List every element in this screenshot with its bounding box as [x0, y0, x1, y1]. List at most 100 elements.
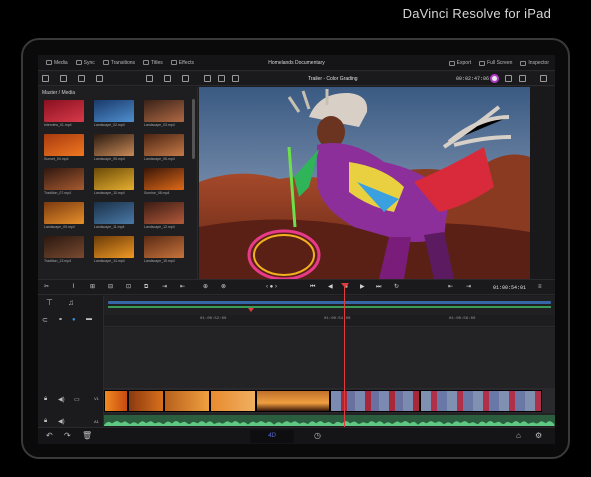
prev-edit-icon[interactable]: ⇤ [448, 284, 453, 291]
color-wheel-icon[interactable] [505, 75, 512, 82]
action-inspector[interactable]: Inspector [520, 60, 549, 66]
undo-icon[interactable]: ↶ [46, 432, 53, 440]
skip-forward-icon[interactable]: ⏭ [376, 284, 381, 291]
timeline-clip[interactable] [210, 390, 256, 412]
replace-icon[interactable]: ⊡ [126, 284, 131, 291]
clip-thumbnail [44, 202, 84, 224]
tab-media[interactable]: Media [46, 60, 68, 66]
sort-icon[interactable] [182, 75, 189, 82]
user-avatar[interactable] [490, 74, 499, 83]
media-clip[interactable]: Landscape_12.mp4 [144, 202, 184, 230]
settings-icon[interactable]: ⚙ [535, 432, 542, 440]
action-export[interactable]: Export [448, 60, 471, 66]
ripple-icon[interactable]: ⇤ [180, 284, 185, 291]
position-lock-icon[interactable]: ● [72, 317, 76, 323]
jog-control[interactable]: ‹ ● › [266, 284, 277, 291]
next-edit-icon[interactable]: ⇥ [466, 284, 471, 291]
snap-icon[interactable]: ⊂ [42, 316, 48, 324]
play-icon[interactable]: ▶ [360, 284, 365, 291]
overview-timeline[interactable] [108, 301, 551, 304]
scope-icon[interactable] [519, 75, 526, 82]
grid-view-icon[interactable] [60, 75, 67, 82]
media-pool-scrollbar[interactable] [192, 99, 195, 159]
close-up-icon[interactable]: ⊗ [221, 284, 226, 291]
trim-icon[interactable]: ⌇ [72, 284, 75, 291]
clip-name: Landscape_09.mp4 [44, 225, 75, 229]
clip-thumbnail [94, 202, 134, 224]
timeline-clip[interactable] [420, 390, 542, 412]
audio-icon[interactable] [540, 75, 547, 82]
playhead-handle[interactable] [341, 283, 349, 288]
media-clip[interactable]: Interview_01.mp4 [44, 100, 84, 128]
media-clip[interactable]: Landscape_05.mp4 [94, 134, 134, 162]
fit-icon[interactable]: ⧉ [144, 284, 148, 291]
tab-effects[interactable]: Effects [170, 60, 194, 66]
play-reverse-icon[interactable]: ◀ [328, 284, 333, 291]
redo-icon[interactable]: ↷ [64, 432, 71, 440]
media-clip[interactable]: Landscape_03.mp4 [144, 100, 184, 128]
video-viewer[interactable] [199, 87, 530, 279]
media-clip[interactable]: Tradition_13.mp4 [44, 236, 84, 264]
clip-thumbnail [44, 100, 84, 122]
clip-thumbnail [94, 236, 134, 258]
timeline-ruler[interactable]: 01:00:52:00 01:00:54:00 01:00:56:00 [104, 315, 555, 327]
clip-name: Landscape_12.mp4 [144, 225, 175, 229]
audio-track-tool-icon[interactable]: ♫ [68, 298, 74, 307]
home-icon[interactable]: ⌂ [516, 432, 521, 440]
refresh-icon[interactable] [78, 75, 85, 82]
clip-thumbnail [144, 236, 184, 258]
timeline-clip[interactable] [104, 390, 128, 412]
overwrite-icon[interactable]: ⊟ [108, 284, 113, 291]
viewer-mode-icon[interactable] [204, 75, 211, 82]
video-monitor-icon[interactable]: ▭ [74, 396, 80, 403]
audio-track[interactable] [104, 415, 555, 426]
audio-speaker-icon[interactable]: ◀) [58, 418, 65, 425]
video-audio-icon[interactable]: ◀) [58, 396, 65, 403]
audio-lock-icon[interactable]: 🔒︎ [44, 418, 47, 425]
media-clip[interactable]: Sunrise_08.mp4 [144, 168, 184, 196]
tab-titles[interactable]: Titles [143, 60, 163, 66]
layout-icon[interactable] [42, 75, 49, 82]
timeline-clip[interactable] [256, 390, 330, 412]
thumbnails-icon[interactable] [146, 75, 153, 82]
clip-name: Sunrise_08.mp4 [144, 191, 170, 195]
media-clip[interactable]: Landscape_14.mp4 [94, 236, 134, 264]
clip-thumbnail [144, 202, 184, 224]
place-on-top-icon[interactable]: ⊕ [203, 284, 208, 291]
timeline-clip[interactable] [164, 390, 210, 412]
insert-icon[interactable]: ⊞ [90, 284, 95, 291]
video-lock-icon[interactable]: 🔒︎ [44, 396, 47, 403]
tab-sync[interactable]: Sync [75, 60, 95, 66]
caption: DaVinci Resolve for iPad [402, 6, 551, 21]
source-timecode: 00:02:47:06 [456, 76, 490, 82]
options-icon[interactable]: ≡ [538, 284, 542, 291]
timeline-clip[interactable] [128, 390, 164, 412]
media-clip[interactable]: Landscape_10.mp4 [94, 168, 134, 196]
link-icon[interactable]: ⚭ [58, 316, 63, 323]
track-tool-icon[interactable]: ⊤ [46, 298, 53, 307]
media-clip[interactable]: Landscape_06.mp4 [144, 134, 184, 162]
search-icon[interactable] [164, 75, 171, 82]
media-clip[interactable]: Sunset_04.mp4 [44, 134, 84, 162]
media-clip[interactable]: Landscape_09.mp4 [44, 202, 84, 230]
page-switcher[interactable]: 4D [250, 430, 294, 443]
flag-icon[interactable]: ▬ [86, 316, 92, 322]
playhead[interactable] [344, 286, 345, 433]
media-clip[interactable]: Landscape_02.mp4 [94, 100, 134, 128]
list-view-icon[interactable] [96, 75, 103, 82]
blade-tool-icon[interactable]: ✂ [44, 284, 49, 291]
delete-icon[interactable]: 🗑︎ [82, 432, 92, 440]
action-full-screen[interactable]: Full Screen [479, 60, 512, 66]
append-icon[interactable]: ⇥ [162, 284, 167, 291]
tab-transitions[interactable]: Transitions [102, 60, 135, 66]
in-marker[interactable] [248, 308, 254, 312]
media-clip[interactable]: Landscape_15.mp4 [144, 236, 184, 264]
video-track[interactable] [104, 388, 555, 413]
media-clip[interactable]: Landscape_11.mp4 [94, 202, 134, 230]
loop-icon[interactable]: ↻ [394, 284, 399, 291]
media-clip[interactable]: Tradition_07.mp4 [44, 168, 84, 196]
skip-back-icon[interactable]: ⏮ [310, 284, 315, 291]
image-icon[interactable] [232, 75, 239, 82]
timer-icon[interactable]: ◷ [314, 432, 321, 440]
dual-viewer-icon[interactable] [218, 75, 225, 82]
